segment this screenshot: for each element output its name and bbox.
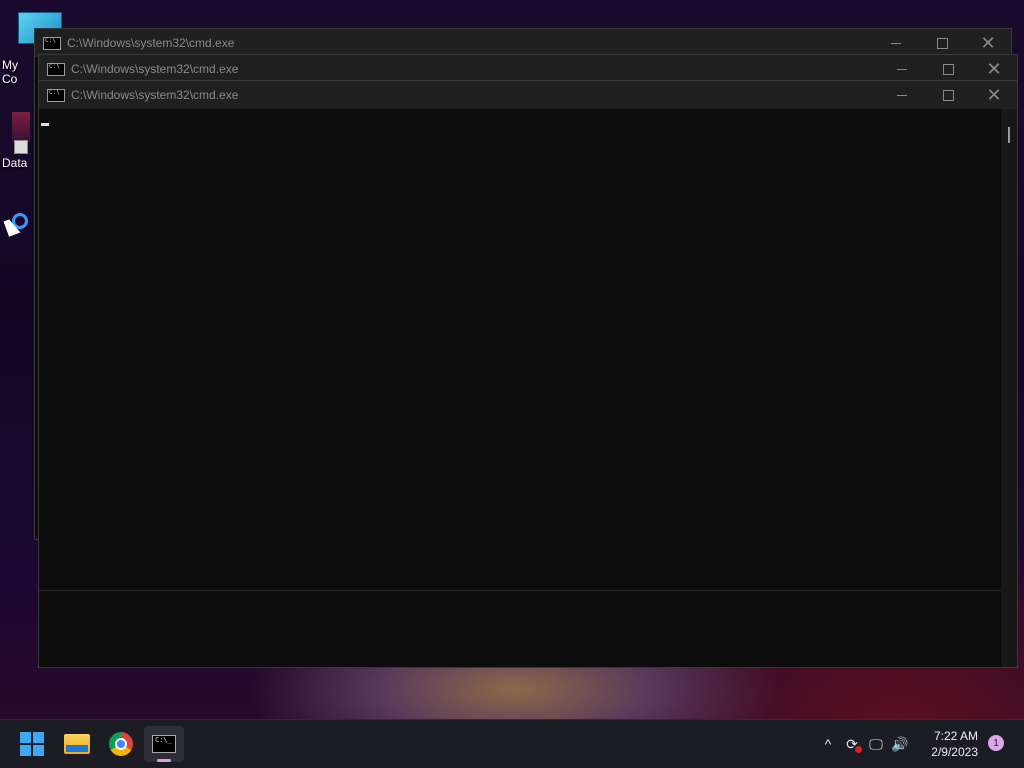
cmd-app-icon: [47, 62, 65, 76]
cmd-app-icon: [43, 36, 61, 50]
minimize-button[interactable]: [879, 81, 925, 109]
minimize-button[interactable]: [873, 29, 919, 57]
close-icon: ✕: [980, 32, 996, 54]
taskbar-chrome[interactable]: [101, 726, 141, 762]
title-bar[interactable]: C:\Windows\system32\cmd.exe ✕: [35, 29, 1011, 57]
close-button[interactable]: ✕: [971, 81, 1017, 109]
taskbar: ^ ⟳ 🖵 🔊 7:22 AM 2/9/2023 1: [0, 719, 1024, 768]
chevron-up-icon: ^: [824, 736, 832, 752]
active-app-indicator: [157, 759, 171, 762]
data-shortcut-icon: [12, 112, 30, 142]
windows-start-icon: [20, 732, 44, 756]
close-icon: ✕: [986, 58, 1002, 80]
console-output-area[interactable]: [39, 109, 1001, 667]
console-lower-area[interactable]: [39, 590, 1001, 667]
shortcut-arrow-icon: [14, 140, 28, 154]
minimize-icon: [897, 68, 907, 70]
network-button[interactable]: 🖵: [864, 732, 888, 756]
start-button[interactable]: [12, 726, 52, 762]
maximize-icon: [942, 89, 954, 101]
title-bar[interactable]: C:\Windows\system32\cmd.exe ✕: [39, 81, 1017, 109]
command-prompt-icon: [152, 735, 176, 753]
maximize-icon: [936, 37, 948, 49]
chrome-icon: [109, 732, 133, 756]
clock-button[interactable]: 7:22 AM 2/9/2023: [931, 728, 978, 760]
show-hidden-icons-button[interactable]: ^: [816, 732, 840, 756]
maximize-button[interactable]: [925, 55, 971, 83]
close-icon: ✕: [986, 84, 1002, 106]
taskbar-command-prompt[interactable]: [144, 726, 184, 762]
minimize-button[interactable]: [879, 55, 925, 83]
minimize-icon: [897, 94, 907, 96]
cmd-app-icon: [47, 88, 65, 102]
network-icon: 🖵: [869, 735, 883, 752]
vertical-scrollbar[interactable]: [1001, 109, 1017, 667]
speaker-icon: 🔊: [891, 735, 909, 752]
clock-time: 7:22 AM: [933, 729, 978, 743]
close-button[interactable]: ✕: [971, 55, 1017, 83]
notification-badge[interactable]: 1: [988, 735, 1004, 751]
window-title: C:\Windows\system32\cmd.exe: [71, 62, 239, 76]
window-title: C:\Windows\system32\cmd.exe: [67, 36, 235, 50]
clock-date: 2/9/2023: [931, 745, 978, 759]
desktop-icon-label: Data: [2, 156, 28, 170]
text-cursor: [41, 123, 49, 126]
volume-button[interactable]: 🔊: [888, 732, 912, 756]
maximize-icon: [942, 63, 954, 75]
error-badge-icon: [855, 746, 862, 753]
cmd-window-active[interactable]: C:\Windows\system32\cmd.exe ✕: [38, 80, 1018, 668]
sync-status-button[interactable]: ⟳: [840, 732, 864, 756]
scrollbar-thumb[interactable]: [1008, 127, 1010, 143]
maximize-button[interactable]: [919, 29, 965, 57]
taskbar-file-explorer[interactable]: [57, 726, 97, 762]
minimize-icon: [891, 42, 901, 44]
window-title: C:\Windows\system32\cmd.exe: [71, 88, 239, 102]
system-tray: ^ ⟳ 🖵 🔊: [816, 720, 912, 768]
title-bar[interactable]: C:\Windows\system32\cmd.exe ✕: [39, 55, 1017, 83]
desktop-icon-label: My Co: [2, 58, 18, 86]
maximize-button[interactable]: [925, 81, 971, 109]
close-button[interactable]: ✕: [965, 29, 1011, 57]
file-explorer-icon: [64, 734, 90, 754]
